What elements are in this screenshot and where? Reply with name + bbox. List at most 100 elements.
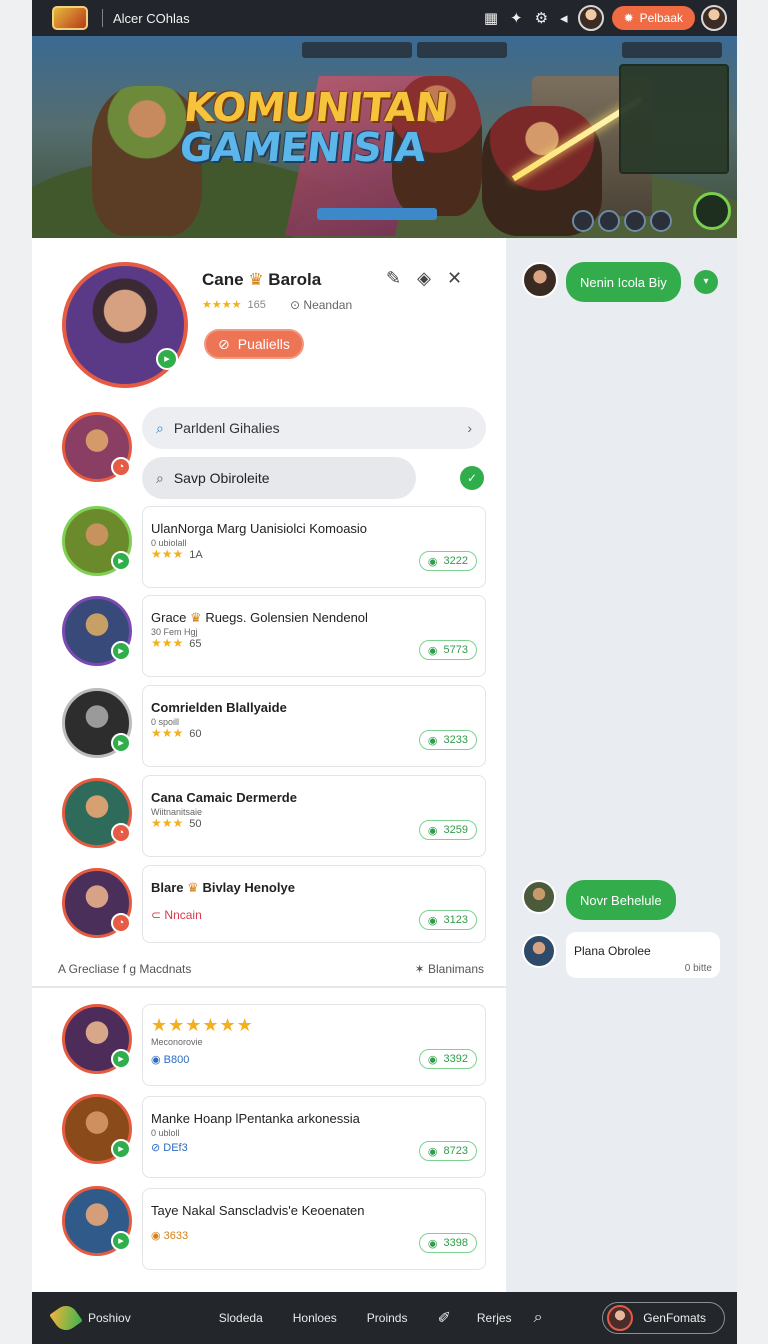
points-badge[interactable]: ◉ 3259 <box>418 820 477 840</box>
edit-icon[interactable]: ✎ <box>386 268 401 289</box>
search-icon[interactable]: ⌕ <box>534 1309 543 1327</box>
badge-value: 3392 <box>443 1053 468 1065</box>
app-logo[interactable] <box>52 6 88 30</box>
avatar[interactable]: ◔ <box>62 778 132 848</box>
community-panel: ▸ Cane ♛ Barola ★★★★ 165 ⊙ Neandan ✎ ◈ ✕ … <box>32 238 506 1292</box>
item-title-first: Grace <box>151 610 187 625</box>
points-badge[interactable]: ◉ 3123 <box>418 910 477 930</box>
profile-button[interactable]: GenFomats <box>602 1302 725 1334</box>
points-badge[interactable]: ◉ 3233 <box>418 730 477 750</box>
second-avatar[interactable] <box>701 5 727 31</box>
online-indicator: ▸ <box>111 1049 131 1069</box>
list-item[interactable]: ★★★★★★ Meconorovie ◉ B800 ◉ 3392 <box>142 1004 486 1086</box>
list-item[interactable]: Taye Nakal Sanscladvis'e Keoenaten ◉ 363… <box>142 1188 486 1270</box>
avatar[interactable]: ▸ <box>62 688 132 758</box>
skill-icon[interactable] <box>572 210 594 232</box>
item-subtitle: 0 ubloll <box>151 1128 180 1138</box>
chat-message[interactable]: Novr Behelule <box>566 880 676 920</box>
bulb-icon: ✹ <box>623 11 634 25</box>
game-banner[interactable]: KOMUNITAN GAMENISIA <box>32 36 737 238</box>
list-item[interactable]: Manke Hoanp lPentanka arkonessia 0 ublol… <box>142 1096 486 1178</box>
section-action[interactable]: ✶ Blanimans <box>415 962 484 976</box>
nav-item[interactable]: Rerjes <box>477 1311 512 1325</box>
skill-icon[interactable] <box>598 210 620 232</box>
brand-logo-icon[interactable] <box>49 1301 83 1335</box>
nav-item[interactable]: Proinds <box>367 1311 408 1325</box>
brand-label[interactable]: Poshiov <box>88 1311 131 1325</box>
chat-avatar[interactable] <box>522 934 556 968</box>
nav-item[interactable]: Slodeda <box>219 1311 263 1325</box>
list-item[interactable]: Grace ♛ Ruegs. Golensien Nendenol 30 Fem… <box>142 595 486 677</box>
skill-icon[interactable] <box>650 210 672 232</box>
item-title: Taye Nakal Sanscladvis'e Keoenaten <box>151 1203 365 1218</box>
coin-icon: ◉ <box>427 914 438 927</box>
badge-value: 5773 <box>443 644 468 656</box>
skill-icon[interactable] <box>624 210 646 232</box>
profile-action-button[interactable]: ⊘ Pualiells <box>204 329 304 359</box>
avatar[interactable]: ▸ <box>62 1004 132 1074</box>
avatar[interactable]: ▸ <box>62 1094 132 1164</box>
avatar[interactable]: ▸ <box>62 506 132 576</box>
search-icon: ⌕ <box>156 469 164 486</box>
stars: ★★★ <box>151 547 184 561</box>
rocket-icon[interactable]: ✦ <box>510 11 523 26</box>
rating-stars: ★★★★ <box>202 299 242 311</box>
list-item[interactable]: UlanNorga Marg Uanisiolci Komoasio 0 ubi… <box>142 506 486 588</box>
gear-icon[interactable]: ⚙ <box>535 11 548 26</box>
list-item[interactable]: Cana Camaic Dermerde Wiitnanitsaie ★★★ 50… <box>142 775 486 857</box>
tag-icon[interactable]: ◈ <box>417 268 431 289</box>
list-item[interactable]: Comrielden Blallyaide 0 spoill ★★★ 60 ◉ 32… <box>142 685 486 767</box>
search-input[interactable]: ⌕ Parldenl Gihalies › <box>142 407 486 449</box>
item-title-rest: Ruegs. Golensien Nendenol <box>205 610 368 625</box>
chevron-down-icon[interactable]: ▾ <box>694 270 718 294</box>
item-status: ⊂ Nncain <box>151 908 202 922</box>
item-coins: ⊘ DEf3 <box>151 1141 188 1154</box>
crown-icon: ♛ <box>187 880 199 895</box>
status-indicator: ◔ <box>111 457 131 477</box>
chevron-left-icon[interactable]: ◂ <box>560 11 568 26</box>
filter-input[interactable]: ⌕ Savp Obiroleite <box>142 457 416 499</box>
profile-last-name: Barola <box>268 270 322 289</box>
banner-title: KOMUNITAN GAMENISIA <box>177 85 450 171</box>
profile-pill-button[interactable]: ✹ Pelbaak <box>611 6 695 30</box>
grid-icon[interactable]: ▦ <box>484 11 498 26</box>
profile-first-name: Cane <box>202 270 244 289</box>
attack-button[interactable] <box>693 192 731 230</box>
avatar[interactable]: ▸ <box>62 1186 132 1256</box>
points-badge[interactable]: ◉ 3222 <box>418 551 477 571</box>
chevron-right-icon[interactable]: › <box>467 420 472 436</box>
status-text: Nncain <box>164 908 202 922</box>
badge-value: 3123 <box>443 914 468 926</box>
chat-message[interactable]: Nenin Icola Biy <box>566 262 681 302</box>
item-coins: ◉ 3633 <box>151 1229 188 1242</box>
confirm-button[interactable]: ✓ <box>460 466 484 490</box>
divider <box>102 9 103 27</box>
online-indicator: ▸ <box>111 1139 131 1159</box>
list-item[interactable]: Blare ♛ Bivlay Henolye ⊂ Nncain ◉ 3123 <box>142 865 486 943</box>
avatar[interactable]: ◔ <box>62 868 132 938</box>
profile-button-label: GenFomats <box>643 1311 706 1325</box>
avatar[interactable]: ◔ <box>62 412 132 482</box>
avatar[interactable]: ▸ <box>62 596 132 666</box>
points-badge[interactable]: ◉ 3392 <box>418 1049 477 1069</box>
coin-icon: ◉ <box>427 555 438 568</box>
message-meta: 0 bitte <box>684 963 712 974</box>
item-title: Comrielden Blallyaide <box>151 700 287 715</box>
chat-avatar[interactable] <box>522 880 556 914</box>
bottom-bar: Poshiov Slodeda Honloes Proinds ✐ Rerjes… <box>32 1292 737 1344</box>
nav-item[interactable]: Honloes <box>293 1311 337 1325</box>
chat-message[interactable]: Plana Obrolee 0 bitte <box>566 932 720 978</box>
user-avatar[interactable] <box>577 5 604 31</box>
link-icon: ⊘ <box>151 1142 161 1154</box>
item-title: Cana Camaic Dermerde <box>151 790 297 805</box>
coin-icon: ◉ <box>427 734 438 747</box>
profile-avatar[interactable]: ▸ <box>62 262 188 388</box>
pen-icon[interactable]: ✐ <box>437 1308 450 1328</box>
location-icon: ⊙ <box>290 298 301 312</box>
close-icon[interactable]: ✕ <box>447 268 462 289</box>
points-badge[interactable]: ◉ 3398 <box>418 1233 477 1253</box>
minimap <box>619 64 729 174</box>
chat-avatar[interactable] <box>522 262 558 298</box>
points-badge[interactable]: ◉ 5773 <box>418 640 477 660</box>
points-badge[interactable]: ◉ 8723 <box>418 1141 477 1161</box>
